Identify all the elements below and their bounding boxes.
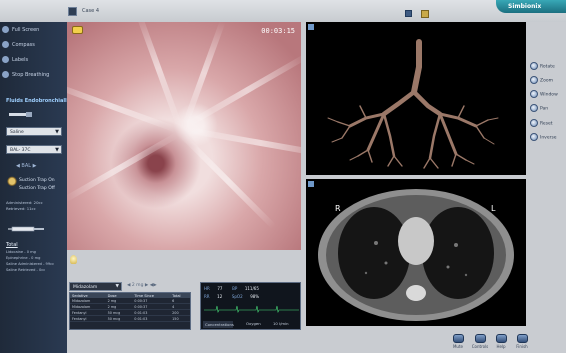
reset-icon (530, 119, 538, 127)
ct-left-label: L (491, 204, 496, 213)
chevron-down-icon: ▼ (55, 147, 59, 153)
camera-badge-icon (72, 26, 83, 34)
window-tool[interactable]: Window (530, 90, 564, 102)
pan-tool[interactable]: Pan (530, 104, 564, 116)
ct-right-label: R (335, 204, 341, 213)
drug-select[interactable]: Midazolam ▼ (69, 282, 122, 291)
oxygen-flow-select[interactable]: 10 l/min (273, 321, 289, 326)
bp-label: BP (232, 286, 238, 291)
retrieved-text: Retrieved: 11cc (6, 206, 36, 211)
mute-button[interactable]: Mute (448, 334, 468, 353)
bronchial-tree-model (327, 39, 499, 169)
oxygen-label: Oxygen (246, 321, 261, 326)
bronchoscope-icon (9, 112, 32, 117)
suction-trap-on[interactable]: Suction Trap On (19, 178, 55, 183)
bronchial-tree-panel[interactable] (306, 22, 526, 175)
compass-button[interactable]: Compass (2, 41, 64, 51)
finish-button[interactable]: Finish (512, 334, 532, 353)
zoom-icon (530, 76, 538, 84)
administered-text: Administered: 20cc (6, 200, 43, 205)
mute-icon (452, 334, 464, 343)
dose-controls[interactable]: ◀ 2 mg ▶ ◀▶ (127, 283, 157, 288)
vitals-monitor: HR 77 BP 111/65 RR 12 SpO2 98% Concentra… (200, 282, 301, 330)
bp-value: 111/65 (244, 286, 259, 291)
display-icon[interactable] (405, 10, 412, 17)
finish-icon (516, 334, 528, 343)
zoom-tool[interactable]: Zoom (530, 76, 564, 88)
chevron-down-icon: ▼ (115, 284, 119, 289)
stop-breathing-button[interactable]: Stop Breathing (2, 71, 64, 81)
compass-icon (2, 41, 9, 48)
syringe-icon[interactable] (8, 225, 48, 233)
endoscope-view[interactable]: 00:03:15 (67, 22, 301, 250)
camera-icon[interactable] (421, 10, 429, 18)
fluid-select[interactable]: Saline ▼ (6, 127, 62, 136)
controls-button[interactable]: Controls (470, 334, 490, 353)
ct-scan-image (318, 189, 514, 321)
controls-icon (474, 334, 486, 343)
total-line: Lidocaine - 0 mg (6, 250, 36, 254)
spo2-label: SpO2 (231, 294, 243, 299)
light-bulb-icon[interactable] (70, 255, 77, 264)
rr-value: 12 (217, 294, 223, 299)
chevron-down-icon: ▼ (55, 129, 59, 135)
total-title: Total (6, 242, 18, 248)
fluids-title: Fluids Endobronchially (6, 98, 71, 104)
total-line: Saline Administered - 99cc (6, 262, 55, 266)
hr-value: 77 (217, 286, 223, 291)
help-button[interactable]: Help (491, 334, 511, 353)
labels-icon (2, 56, 9, 63)
ct-scan-panel[interactable]: R L (306, 179, 526, 326)
inverse-tool[interactable]: Inverse (530, 133, 564, 145)
total-line: Epinephrine - 0 mg (6, 256, 41, 260)
full-screen-button[interactable]: Full Screen (2, 26, 64, 36)
reset-tool[interactable]: Reset (530, 119, 564, 131)
help-icon (495, 334, 507, 343)
ecg-waveform (204, 305, 299, 313)
suction-trap-icon[interactable] (7, 175, 17, 193)
window-icon (530, 90, 538, 98)
rotate-tool[interactable]: Rotate (530, 62, 564, 74)
procedure-timer: 00:03:15 (261, 27, 295, 35)
fullscreen-icon (2, 26, 9, 33)
brand-logo: Simbionix (496, 0, 566, 13)
panel-corner-icon[interactable] (308, 181, 314, 187)
case-icon[interactable] (68, 7, 77, 16)
spo2-value: 98% (250, 294, 260, 299)
suction-trap-off[interactable]: Suction Trap Off (19, 186, 55, 191)
rotate-icon (530, 62, 538, 70)
concentrations-button[interactable]: Concentrations (203, 321, 234, 328)
temperature-select[interactable]: BAL- 37C ▼ (6, 145, 62, 154)
hr-label: HR (204, 286, 210, 291)
labels-button[interactable]: Labels (2, 56, 64, 66)
breathing-icon (2, 71, 9, 78)
table-row: Fentanyl 50 mcg 0:01:03 150 (70, 315, 190, 322)
case-title: Case 4 (82, 8, 100, 14)
total-line: Saline Retrieved - 0cc (6, 268, 46, 272)
pan-icon (530, 104, 538, 112)
medication-table: Sedative Dose Time Since Total Midazolam… (69, 292, 191, 330)
inverse-icon (530, 133, 538, 141)
fluid-nav[interactable]: ◀ BAL ▶ (16, 163, 37, 169)
rr-label: RR (204, 294, 210, 299)
